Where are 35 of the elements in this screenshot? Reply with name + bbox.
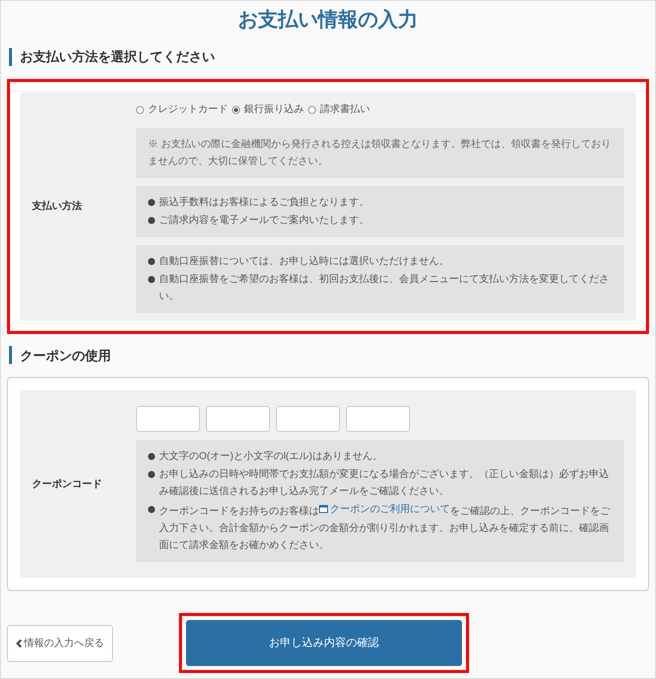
page-title: お支払い情報の入力 xyxy=(237,8,419,33)
coupon-code-field[interactable] xyxy=(346,406,410,432)
bullet-icon xyxy=(148,471,155,478)
bullet-icon xyxy=(148,276,155,282)
coupon-info-link[interactable]: クーポンのご利用について xyxy=(330,501,450,518)
window-icon xyxy=(319,505,328,514)
chevron-left-icon xyxy=(16,638,22,648)
coupon-code-field[interactable] xyxy=(136,406,200,432)
radio-button[interactable] xyxy=(308,106,316,114)
coupon-code-field[interactable] xyxy=(206,406,270,432)
bullet-icon xyxy=(148,506,155,513)
radio-button[interactable] xyxy=(232,106,240,114)
bullet-icon xyxy=(148,198,155,206)
notice-text: ※ お支払いの際に金融機関から発行される控えは領収書となります。弊社では、領収書を発行しておりませんので、大切に保管してください。 xyxy=(148,138,612,168)
bullet-text: 自動口座振替をご希望のお客様は、初回お支払後に、会員メニューにて支払い方法を変更してください。 xyxy=(159,272,610,304)
radio-label[interactable]: 請求書払い xyxy=(320,102,370,117)
bullet-icon xyxy=(148,258,155,264)
bullet-text: ご請求内容を電子メールでご案内いたします。 xyxy=(159,214,369,228)
field-label: 支払い方法 xyxy=(32,199,82,214)
bullet-icon xyxy=(148,216,155,224)
confirm-button[interactable]: お申し込み内容の確認 xyxy=(186,620,462,666)
section-heading: クーポンの使用 xyxy=(20,346,111,364)
bullet-text: 自動口座振替については、お申し込時には選択いただけません。 xyxy=(159,254,449,268)
radio-button[interactable] xyxy=(136,106,144,114)
coupon-code-field[interactable] xyxy=(276,406,340,432)
radio-label[interactable]: クレジットカード xyxy=(148,102,228,117)
bullet-text: 振込手数料はお客様によるご負担となります。 xyxy=(159,196,369,210)
bullet-text: クーポンコードをお持ちのお客様は クーポンのご利用についてをご確認の上、クーポンコードをご入力下さい。合計金額からクーポンの金額分が割り引かれます。お申し込みを確定する前に、確認画面にて請求金額をお確かめください。 xyxy=(159,501,612,554)
radio-label[interactable]: 銀行振り込み xyxy=(244,102,304,117)
bullet-text: 大文字のO(オー)と小文字のl(エル)はありません。 xyxy=(159,450,382,464)
back-button[interactable]: 情報の入力へ戻る xyxy=(7,624,113,662)
section-heading: お支払い方法を選択してください xyxy=(20,48,215,66)
bullet-text: お申し込みの日時や時間帯でお支払額が変更になる場合がございます。（正しい金額は）必ずお申込み確認後に送信されるお申し込み完了メールをご確認ください。 xyxy=(159,468,610,499)
bullet-icon xyxy=(148,453,155,460)
field-label: クーポンコード xyxy=(32,478,102,492)
